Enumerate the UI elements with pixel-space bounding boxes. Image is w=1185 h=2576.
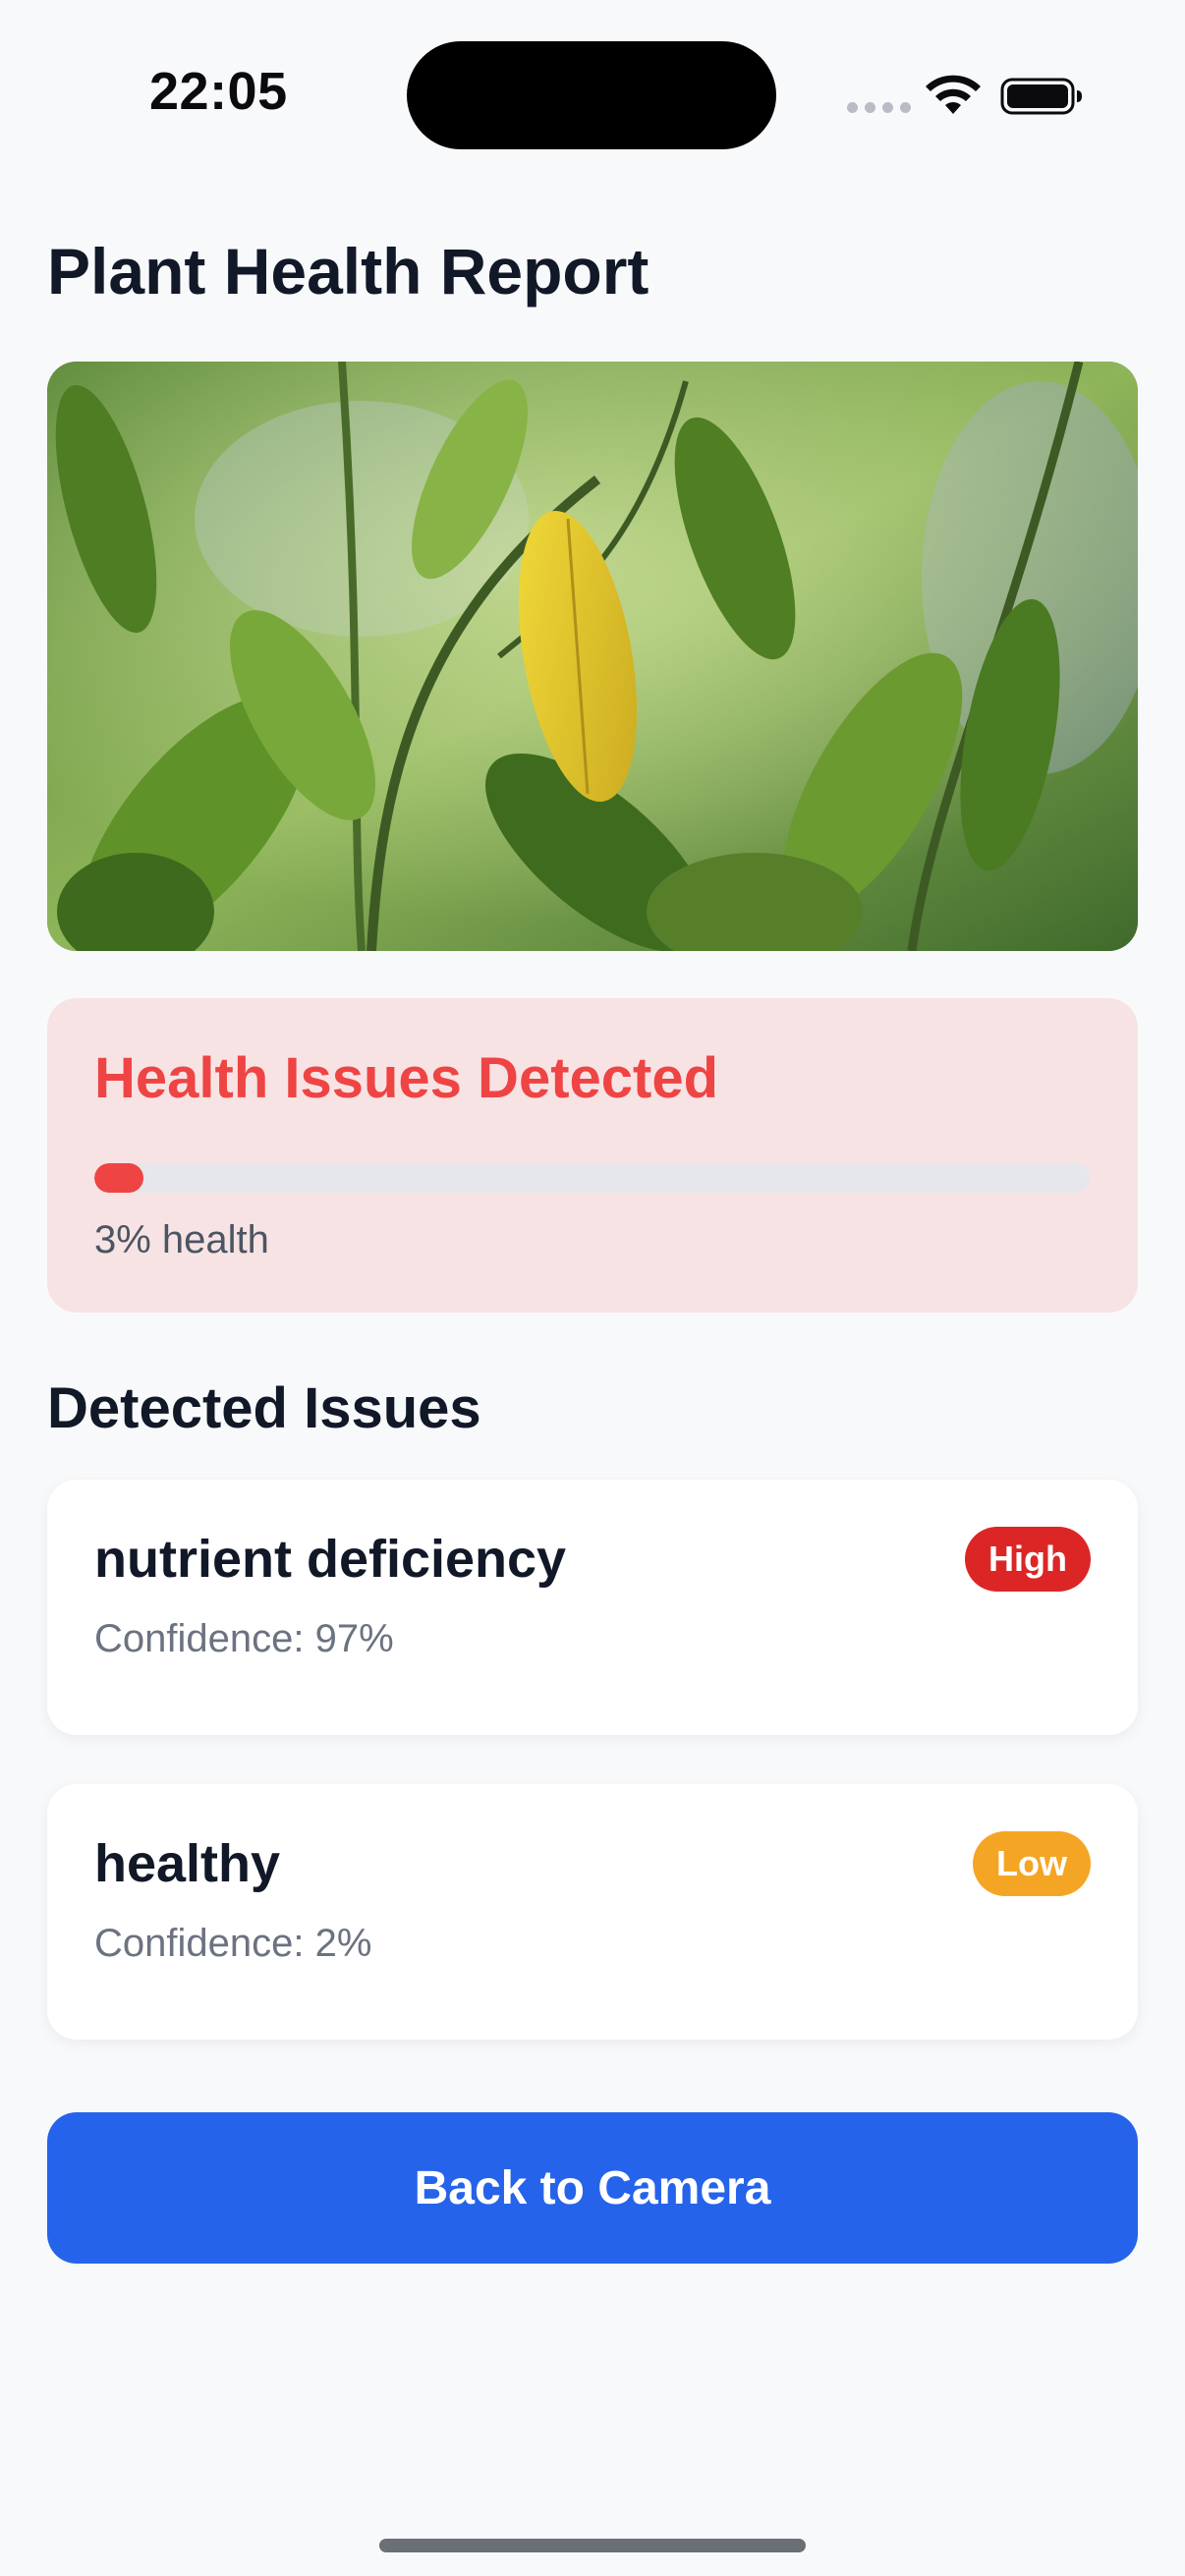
health-progress-fill xyxy=(94,1163,143,1193)
severity-badge: High xyxy=(965,1527,1091,1592)
signal-dots-icon xyxy=(847,102,911,113)
home-indicator[interactable] xyxy=(379,2539,806,2552)
issue-name: nutrient deficiency xyxy=(94,1530,567,1589)
severity-badge: Low xyxy=(973,1831,1091,1896)
health-status-title: Health Issues Detected xyxy=(94,1046,719,1110)
health-status-card: Health Issues Detected 3% health xyxy=(47,998,1138,1313)
detected-issues-title: Detected Issues xyxy=(47,1376,481,1440)
status-bar: 22:05 xyxy=(0,0,1185,187)
page-title: Plant Health Report xyxy=(47,235,649,308)
issue-card: nutrient deficiency Confidence: 97% High xyxy=(47,1480,1138,1735)
back-to-camera-button[interactable]: Back to Camera xyxy=(47,2112,1138,2264)
issue-card: healthy Confidence: 2% Low xyxy=(47,1784,1138,2040)
issue-name: healthy xyxy=(94,1834,281,1893)
dynamic-island xyxy=(407,41,776,149)
plant-photo xyxy=(47,362,1138,951)
issue-confidence: Confidence: 97% xyxy=(94,1617,394,1660)
health-percentage-text: 3% health xyxy=(94,1218,269,1261)
status-time: 22:05 xyxy=(149,62,288,121)
battery-icon xyxy=(1000,78,1082,115)
health-progress-bar xyxy=(94,1163,1091,1193)
issue-confidence: Confidence: 2% xyxy=(94,1922,372,1965)
wifi-icon xyxy=(926,75,981,114)
